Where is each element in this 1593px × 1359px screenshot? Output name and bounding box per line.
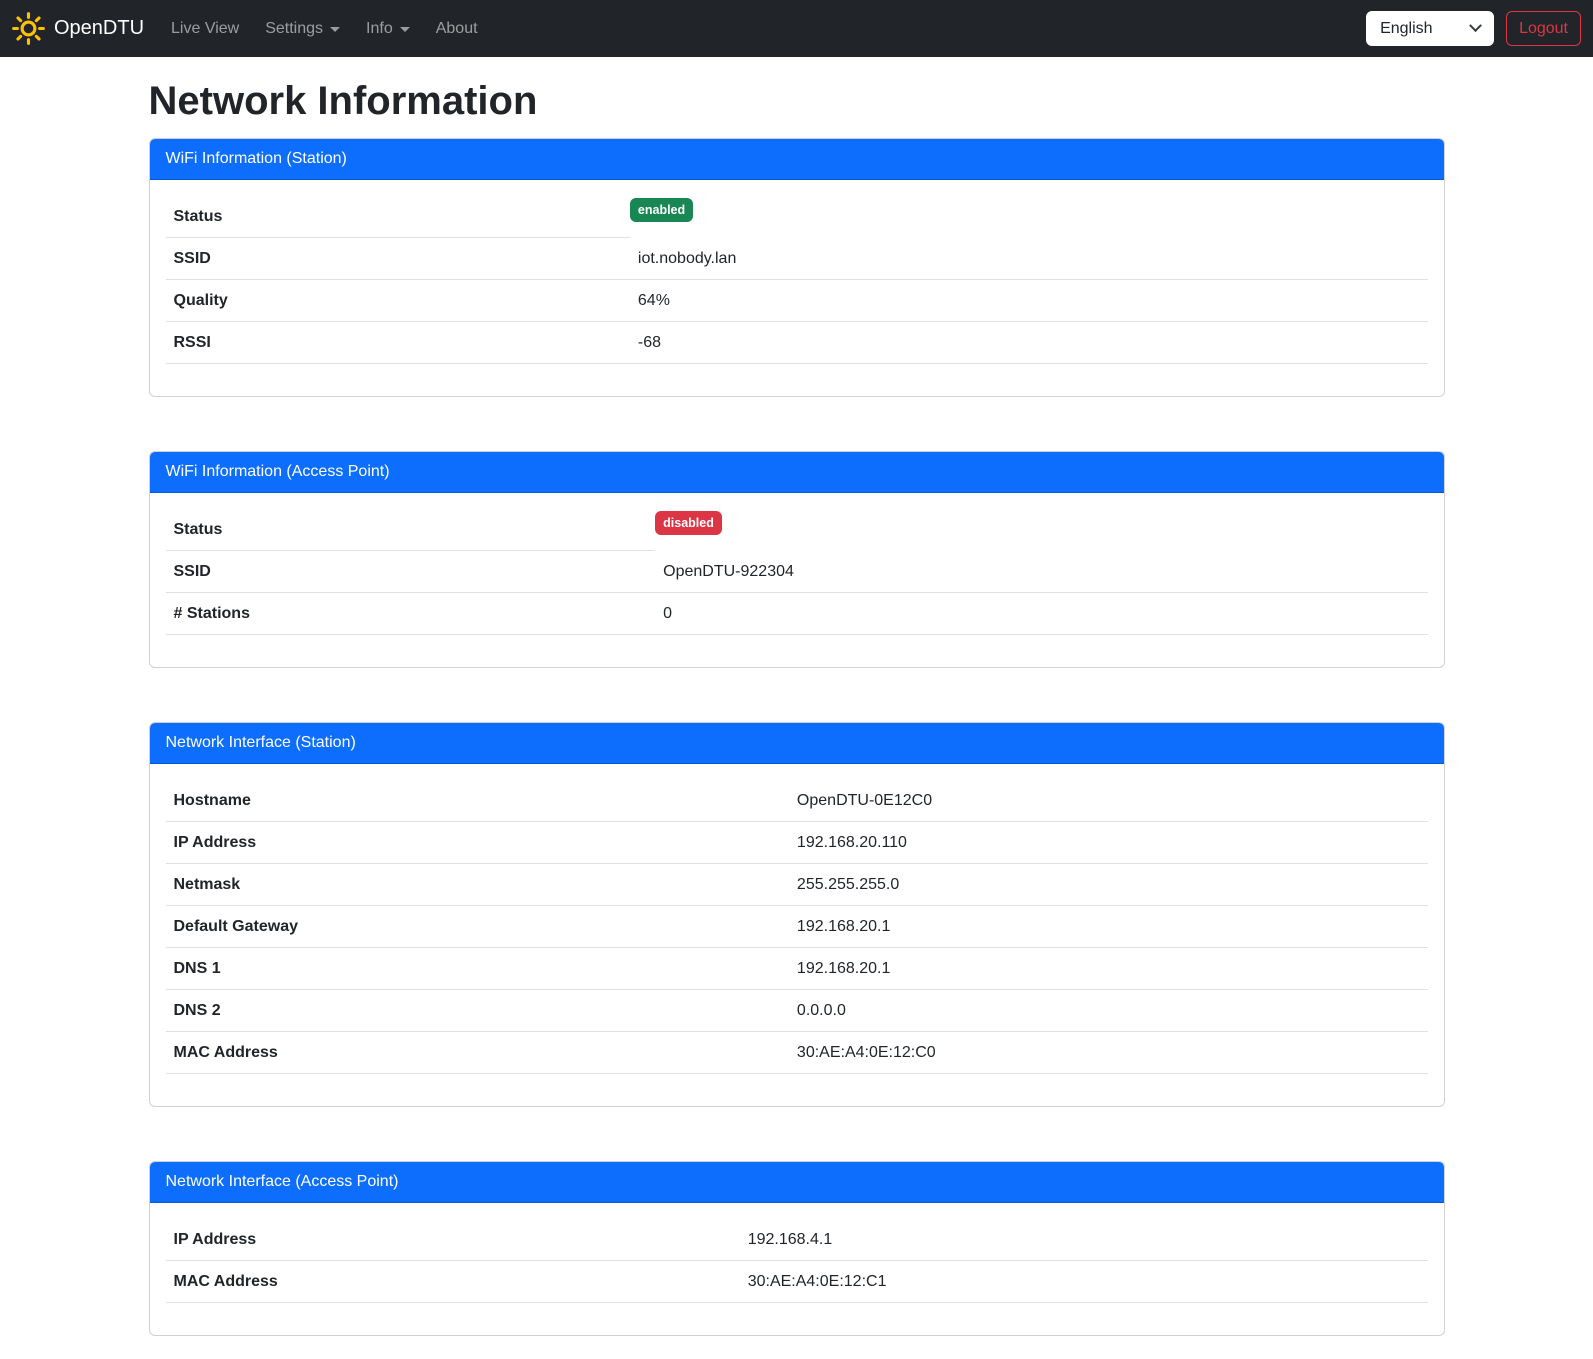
row-label: MAC Address <box>166 1261 740 1303</box>
page-title: Network Information <box>149 77 1445 125</box>
card-network-interface-access-point: Network Interface (Access Point) IP Addr… <box>149 1161 1445 1336</box>
card-network-interface-station: Network Interface (Station) Hostname Ope… <box>149 722 1445 1107</box>
row-label: Hostname <box>166 780 789 822</box>
table-row: # Stations 0 <box>166 593 1428 635</box>
table-row: IP Address 192.168.4.1 <box>166 1219 1428 1261</box>
table-row: Status enabled <box>166 196 1428 238</box>
table-row: MAC Address 30:AE:A4:0E:12:C1 <box>166 1261 1428 1303</box>
row-label: MAC Address <box>166 1032 789 1074</box>
sun-icon <box>12 12 45 45</box>
row-value: OpenDTU-922304 <box>655 551 1427 593</box>
nav-item-info[interactable]: Info <box>357 12 419 46</box>
nav-item-label: Info <box>366 20 393 38</box>
row-value: -68 <box>630 322 1428 364</box>
row-value: 30:AE:A4:0E:12:C1 <box>740 1261 1428 1303</box>
nav-item-label: About <box>436 20 478 38</box>
row-label: Netmask <box>166 864 789 906</box>
navbar-right: English Logout <box>1366 11 1581 46</box>
table-row: IP Address 192.168.20.110 <box>166 822 1428 864</box>
table-row: Netmask 255.255.255.0 <box>166 864 1428 906</box>
table-row: Status disabled <box>166 509 1428 551</box>
brand-link[interactable]: OpenDTU <box>12 12 144 45</box>
table-row: Quality 64% <box>166 280 1428 322</box>
row-value: iot.nobody.lan <box>630 238 1428 280</box>
row-label: IP Address <box>166 822 789 864</box>
card-body: Hostname OpenDTU-0E12C0 IP Address 192.1… <box>150 764 1444 1106</box>
row-value: 30:AE:A4:0E:12:C0 <box>789 1032 1428 1074</box>
caret-down-icon <box>400 27 410 32</box>
table-row: MAC Address 30:AE:A4:0E:12:C0 <box>166 1032 1428 1074</box>
row-value: enabled <box>630 196 1428 238</box>
card-body: IP Address 192.168.4.1 MAC Address 30:AE… <box>150 1203 1444 1335</box>
nav-item-settings[interactable]: Settings <box>256 12 349 46</box>
row-label: SSID <box>166 238 630 280</box>
row-label: Quality <box>166 280 630 322</box>
row-value: 0 <box>655 593 1427 635</box>
row-label: RSSI <box>166 322 630 364</box>
row-label: IP Address <box>166 1219 740 1261</box>
main-content: Network Information WiFi Information (St… <box>149 77 1445 1336</box>
language-select-value: English <box>1380 20 1432 38</box>
row-label: DNS 1 <box>166 948 789 990</box>
status-badge: enabled <box>630 198 693 222</box>
row-value: disabled <box>655 509 1427 551</box>
status-badge: disabled <box>655 511 722 535</box>
table-row: SSID OpenDTU-922304 <box>166 551 1428 593</box>
nav-links: Live View Settings Info About <box>158 12 491 46</box>
logout-button[interactable]: Logout <box>1506 11 1581 46</box>
row-value: 192.168.20.1 <box>789 948 1428 990</box>
table-row: Default Gateway 192.168.20.1 <box>166 906 1428 948</box>
table-row: Hostname OpenDTU-0E12C0 <box>166 780 1428 822</box>
chevron-down-icon <box>1469 19 1482 32</box>
row-label: Status <box>166 196 630 238</box>
row-value: 192.168.4.1 <box>740 1219 1428 1261</box>
row-label: DNS 2 <box>166 990 789 1032</box>
row-value: 64% <box>630 280 1428 322</box>
card-wifi-access-point: WiFi Information (Access Point) Status d… <box>149 451 1445 668</box>
caret-down-icon <box>330 27 340 32</box>
row-value: 0.0.0.0 <box>789 990 1428 1032</box>
row-label: SSID <box>166 551 656 593</box>
row-value: 192.168.20.1 <box>789 906 1428 948</box>
nav-item-label: Live View <box>171 20 239 38</box>
row-value: 255.255.255.0 <box>789 864 1428 906</box>
row-label: # Stations <box>166 593 656 635</box>
nav-item-live-view[interactable]: Live View <box>162 12 248 46</box>
nav-item-label: Settings <box>265 20 323 38</box>
table-row: DNS 2 0.0.0.0 <box>166 990 1428 1032</box>
card-header: WiFi Information (Access Point) <box>150 452 1444 493</box>
table-row: RSSI -68 <box>166 322 1428 364</box>
nav-item-about[interactable]: About <box>427 12 487 46</box>
table-row: DNS 1 192.168.20.1 <box>166 948 1428 990</box>
row-value: 192.168.20.110 <box>789 822 1428 864</box>
card-header: Network Interface (Access Point) <box>150 1162 1444 1203</box>
navbar: OpenDTU Live View Settings Info About En… <box>0 0 1593 57</box>
card-body: Status enabled SSID iot.nobody.lan Quali… <box>150 180 1444 396</box>
card-body: Status disabled SSID OpenDTU-922304 # St… <box>150 493 1444 667</box>
card-header: WiFi Information (Station) <box>150 139 1444 180</box>
row-value: OpenDTU-0E12C0 <box>789 780 1428 822</box>
row-label: Status <box>166 509 656 551</box>
brand-label: OpenDTU <box>54 17 144 40</box>
card-header: Network Interface (Station) <box>150 723 1444 764</box>
card-wifi-station: WiFi Information (Station) Status enable… <box>149 138 1445 397</box>
row-label: Default Gateway <box>166 906 789 948</box>
table-row: SSID iot.nobody.lan <box>166 238 1428 280</box>
language-select[interactable]: English <box>1366 11 1494 46</box>
